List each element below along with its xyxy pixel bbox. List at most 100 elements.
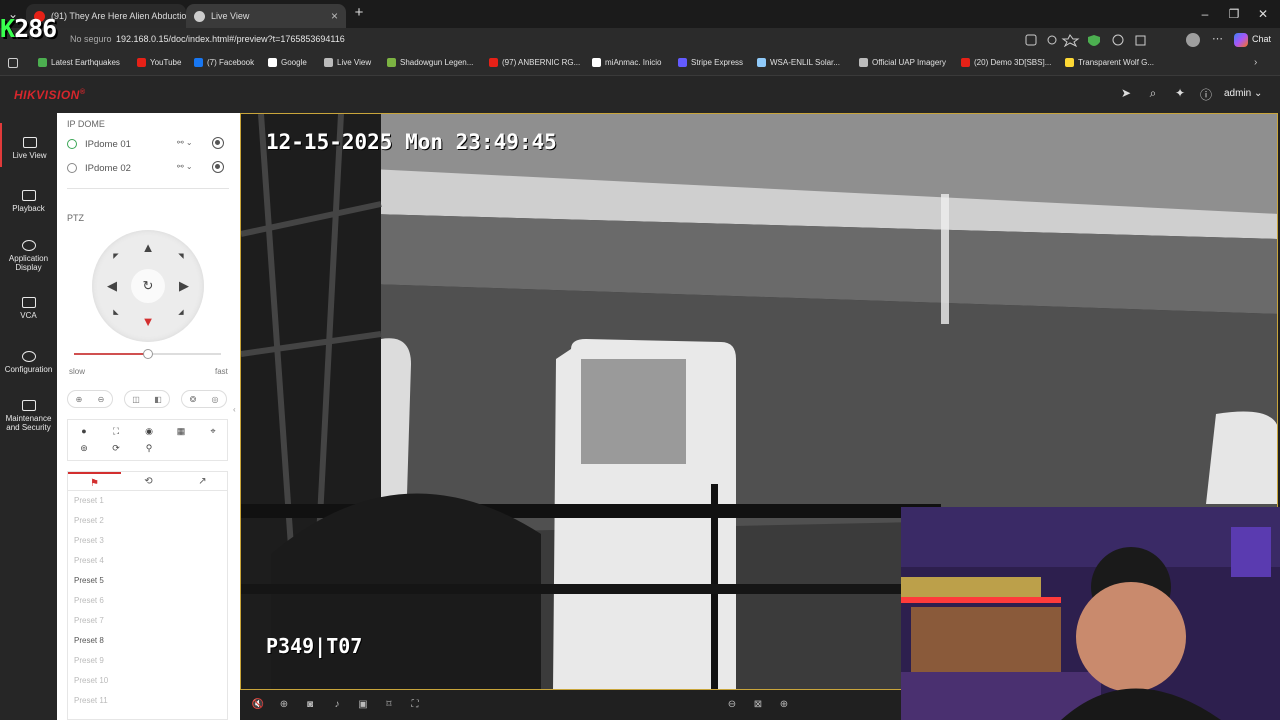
tab-patterns[interactable]: ↗: [176, 472, 229, 491]
ptz-auto-button[interactable]: ↻: [131, 269, 165, 303]
globe-icon: [194, 10, 205, 22]
sidebar-toggle-icon[interactable]: [8, 58, 18, 68]
camera-status-icon: [67, 139, 77, 149]
preset-item[interactable]: Preset 9: [68, 651, 227, 671]
camera-group-title[interactable]: IP DOME: [67, 119, 105, 129]
close-icon[interactable]: ×: [331, 9, 338, 23]
speed-fast-label: fast: [215, 367, 228, 376]
track-icon[interactable]: ⌖: [207, 426, 219, 437]
preset-item[interactable]: Preset 10: [68, 671, 227, 691]
restore-icon[interactable]: ❐: [1227, 7, 1241, 21]
bookmark-item[interactable]: (97) ANBERNIC RG...: [489, 58, 580, 67]
ptz-right-button[interactable]: ▶: [177, 279, 191, 293]
bookmark-item[interactable]: Transparent Wolf G...: [1065, 58, 1154, 67]
bookmark-item[interactable]: Google: [268, 58, 307, 67]
mute-icon[interactable]: 🔇: [251, 698, 265, 712]
bookmark-item[interactable]: Shadowgun Legen...: [387, 58, 473, 67]
iris-close-icon[interactable]: ◎: [211, 395, 218, 404]
url-field[interactable]: 192.168.0.15/doc/index.html#/preview?t=1…: [116, 34, 345, 44]
fullscreen-icon[interactable]: ⛶: [110, 426, 122, 437]
microphone-icon[interactable]: ♪: [330, 698, 344, 712]
preset-item[interactable]: Preset 11: [68, 691, 227, 711]
nav-vca[interactable]: VCA: [0, 297, 57, 320]
ptz-up-button[interactable]: ▲: [141, 241, 155, 255]
bookmark-item[interactable]: Stripe Express: [678, 58, 743, 67]
user-menu[interactable]: admin ⌄: [1224, 88, 1262, 99]
image-icon[interactable]: ▣: [356, 698, 370, 712]
preset-item[interactable]: Preset 5: [68, 571, 227, 591]
preset-item[interactable]: Preset 3: [68, 531, 227, 551]
profile-avatar[interactable]: [1186, 33, 1200, 47]
focus-near-icon[interactable]: ◫: [132, 395, 140, 404]
preset-item[interactable]: Preset 6: [68, 591, 227, 611]
bookmark-item[interactable]: Latest Earthquakes: [38, 58, 120, 67]
nav-configuration[interactable]: Configuration: [0, 351, 57, 374]
info-icon[interactable]: ⓘ: [1198, 86, 1214, 102]
ptz-up-left-button[interactable]: ◤: [109, 250, 123, 264]
bookmark-label: YouTube: [150, 58, 182, 67]
ptz-left-button[interactable]: ◀: [105, 279, 119, 293]
ptz-function-tabs: ⚑ ⟲ ↗: [67, 471, 228, 491]
focus-far-icon[interactable]: ◧: [154, 395, 162, 404]
ptz-speed-slider[interactable]: [74, 349, 221, 359]
close-window-icon[interactable]: ✕: [1256, 7, 1270, 21]
camera-item[interactable]: IPdome 02 ⚯ ⌄: [67, 158, 227, 178]
camera-icon[interactable]: ◙: [303, 698, 317, 712]
ptz-down-button[interactable]: ▼: [141, 315, 155, 329]
preset-item[interactable]: Preset 4: [68, 551, 227, 571]
preset-item[interactable]: Preset 7: [68, 611, 227, 631]
digital-zoom-icon[interactable]: ⊕: [277, 698, 291, 712]
bookmark-item[interactable]: WSA-ENLIL Solar...: [757, 58, 840, 67]
tab-patrols[interactable]: ⟲: [122, 472, 175, 491]
chat-button[interactable]: Chat: [1252, 34, 1271, 44]
nav-playback[interactable]: Playback: [0, 190, 57, 213]
expand-icon[interactable]: ⛶: [408, 698, 422, 712]
zoom-out-icon[interactable]: ⊖: [98, 395, 105, 404]
next-icon[interactable]: ⊕: [777, 698, 791, 712]
collapse-panel-icon[interactable]: ‹: [233, 405, 240, 421]
grid-icon[interactable]: ▦: [175, 426, 187, 437]
bookmark-label: Shadowgun Legen...: [400, 58, 474, 67]
nav-live-view[interactable]: Live View: [0, 123, 57, 167]
search-icon[interactable]: ⌕: [1145, 86, 1161, 102]
focus-frame-icon[interactable]: ⌑: [382, 698, 396, 712]
stream-select-icon[interactable]: ⚯ ⌄: [177, 162, 193, 171]
park-icon[interactable]: ⟳: [110, 443, 122, 454]
camera-item[interactable]: IPdome 01 ⚯ ⌄: [67, 134, 227, 154]
ptz-down-left-button[interactable]: ◣: [109, 306, 123, 320]
bookmark-item[interactable]: Official UAP Imagery: [859, 58, 946, 67]
tab-live-view[interactable]: Live View ×: [186, 4, 346, 28]
new-tab-button[interactable]: +: [352, 4, 366, 21]
chevron-right-icon[interactable]: ›: [1254, 57, 1257, 68]
record-icon[interactable]: [212, 137, 224, 149]
preset-item[interactable]: Preset 2: [68, 511, 227, 531]
nav-maintenance-security[interactable]: Maintenance and Security: [0, 400, 57, 432]
send-icon[interactable]: ➤: [1118, 86, 1134, 102]
preset-item[interactable]: Preset 1: [68, 491, 227, 511]
zoom-in-icon[interactable]: ⊕: [76, 395, 83, 404]
bookmark-item[interactable]: (7) Facebook: [194, 58, 254, 67]
bookmark-item[interactable]: YouTube: [137, 58, 181, 67]
copilot-icon[interactable]: [1234, 33, 1248, 47]
preset-item[interactable]: Preset 8: [68, 631, 227, 651]
prev-icon[interactable]: ⊖: [725, 698, 739, 712]
record-icon[interactable]: [212, 161, 224, 173]
wiper-icon[interactable]: ⚲: [143, 443, 155, 454]
bookmark-item[interactable]: Live View: [324, 58, 371, 67]
ptz-down-right-button[interactable]: ◢: [174, 306, 188, 320]
zoom-3d-icon[interactable]: ⊚: [78, 443, 90, 454]
slider-handle[interactable]: [142, 349, 153, 359]
bookmark-item[interactable]: miAnmac. Inicio: [592, 58, 661, 67]
stream-select-icon[interactable]: ⚯ ⌄: [177, 138, 193, 147]
nav-application-display[interactable]: Application Display: [0, 240, 57, 272]
ptz-up-right-button[interactable]: ◥: [174, 250, 188, 264]
bookmark-item[interactable]: (20) Demo 3D[SBS]...: [961, 58, 1051, 67]
iris-open-icon[interactable]: ❂: [190, 395, 197, 404]
puzzle-icon[interactable]: ✦: [1172, 86, 1188, 102]
one-touch-icon[interactable]: ◉: [143, 426, 155, 437]
tab-presets[interactable]: ⚑: [68, 472, 121, 491]
light-icon[interactable]: ●: [78, 426, 90, 436]
stop-all-icon[interactable]: ⊠: [751, 698, 765, 712]
minimize-icon[interactable]: –: [1198, 7, 1212, 21]
more-menu-icon[interactable]: ⋯: [1212, 32, 1223, 45]
